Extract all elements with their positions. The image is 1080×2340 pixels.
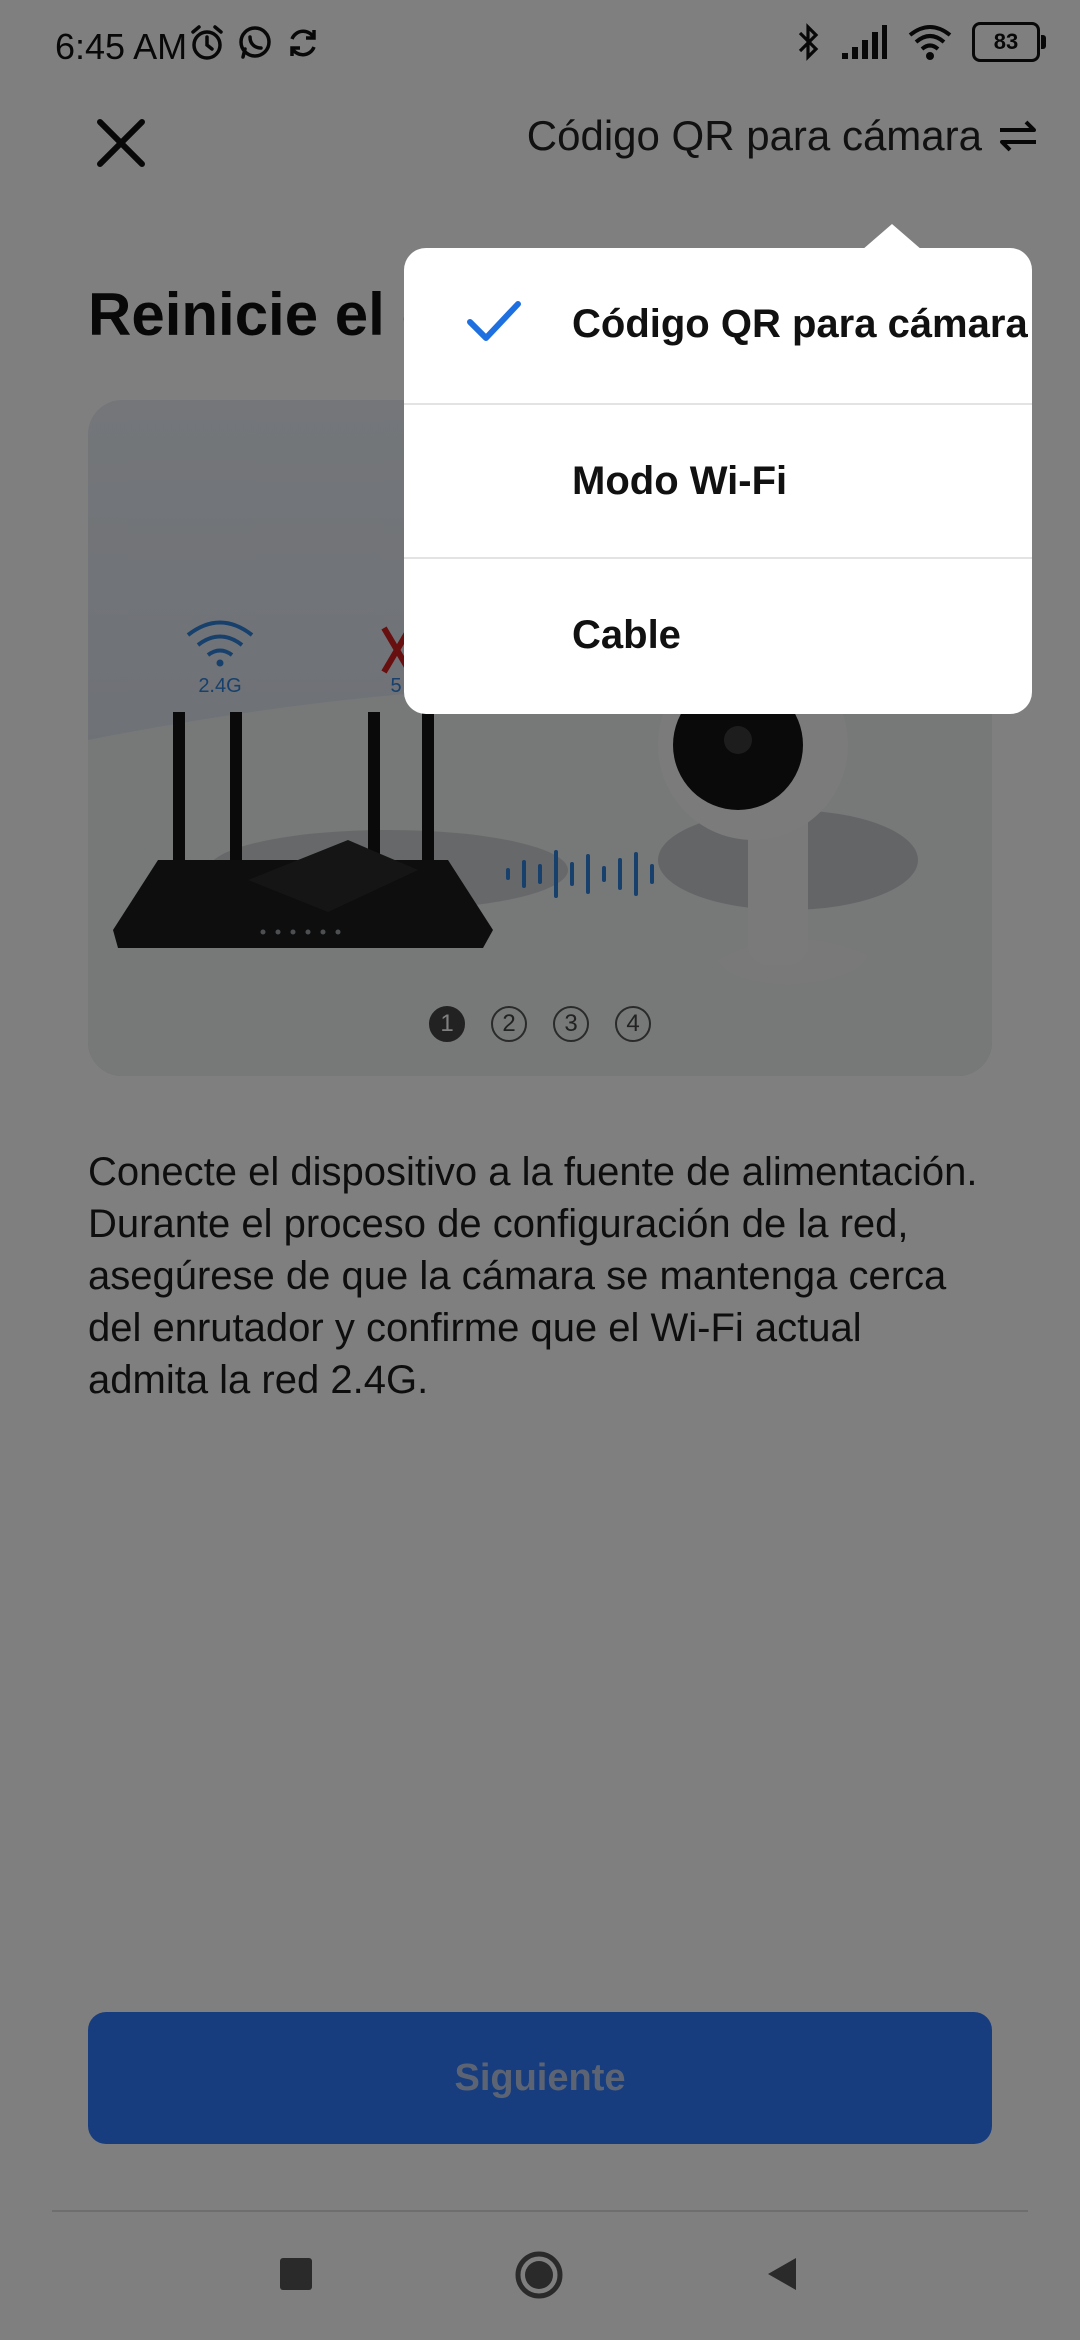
menu-item-cable[interactable]: Cable xyxy=(404,559,1032,711)
menu-item-wifi-mode[interactable]: Modo Wi-Fi xyxy=(404,405,1032,557)
config-mode-menu: Código QR para cámara Modo Wi-Fi Cable xyxy=(404,248,1032,714)
menu-item-label: Cable xyxy=(572,613,681,657)
menu-caret xyxy=(862,224,922,250)
menu-item-label: Modo Wi-Fi xyxy=(572,459,788,503)
menu-item-qr-code[interactable]: Código QR para cámara xyxy=(404,248,1032,400)
menu-item-label: Código QR para cámara xyxy=(572,302,1028,346)
check-icon xyxy=(467,301,521,341)
